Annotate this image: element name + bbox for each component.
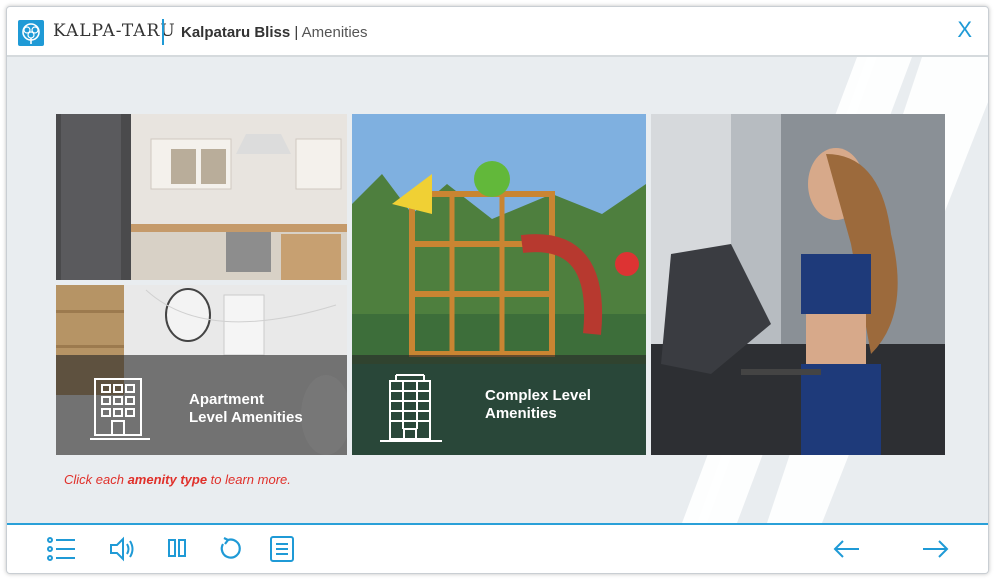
volume-icon[interactable] — [109, 536, 137, 562]
apartment-amenities-tile[interactable]: Apartment Level Amenities — [56, 285, 347, 455]
complex-caption-line2: Amenities — [485, 405, 557, 422]
player-toolbar — [7, 523, 988, 573]
apartment-building-icon — [90, 378, 150, 440]
apartment-caption: Apartment Level Amenities — [189, 391, 303, 427]
course-window: KALPA-TARU Kalpataru Bliss | Amenities X — [6, 6, 989, 574]
complex-caption: Complex Level Amenities — [485, 387, 591, 423]
instruction-text: Click each amenity type to learn more. — [64, 472, 291, 487]
brand-divider — [162, 19, 164, 45]
hint-prefix: Click each — [64, 472, 128, 487]
hint-suffix: to learn more. — [207, 472, 291, 487]
arrow-right-icon[interactable] — [921, 536, 949, 562]
kitchen-image — [56, 114, 347, 280]
pause-icon[interactable] — [165, 536, 193, 562]
header-bar: KALPA-TARU Kalpataru Bliss | Amenities X — [7, 7, 988, 57]
replay-icon[interactable] — [215, 536, 243, 562]
close-button[interactable]: X — [957, 17, 972, 43]
arrow-left-icon[interactable] — [833, 536, 861, 562]
project-name: Kalpataru Bliss — [181, 24, 291, 41]
transcript-icon[interactable] — [269, 536, 297, 562]
hint-emphasis: amenity type — [127, 472, 208, 487]
title-separator: | — [294, 24, 299, 41]
apartment-caption-line2: Level Amenities — [189, 409, 303, 426]
brand-name: KALPA-TARU — [53, 21, 176, 41]
menu-list-icon[interactable] — [47, 536, 75, 562]
apartment-caption-line1: Apartment — [189, 391, 265, 408]
complex-building-icon — [380, 374, 442, 442]
section-name: Amenities — [301, 24, 368, 41]
kalpataru-logo-icon — [18, 20, 44, 46]
complex-amenities-tile[interactable]: Complex Level Amenities — [352, 114, 646, 455]
page-title: Kalpataru Bliss | Amenities — [181, 24, 368, 41]
gym-image — [651, 114, 945, 455]
complex-caption-line1: Complex Level — [485, 387, 591, 404]
